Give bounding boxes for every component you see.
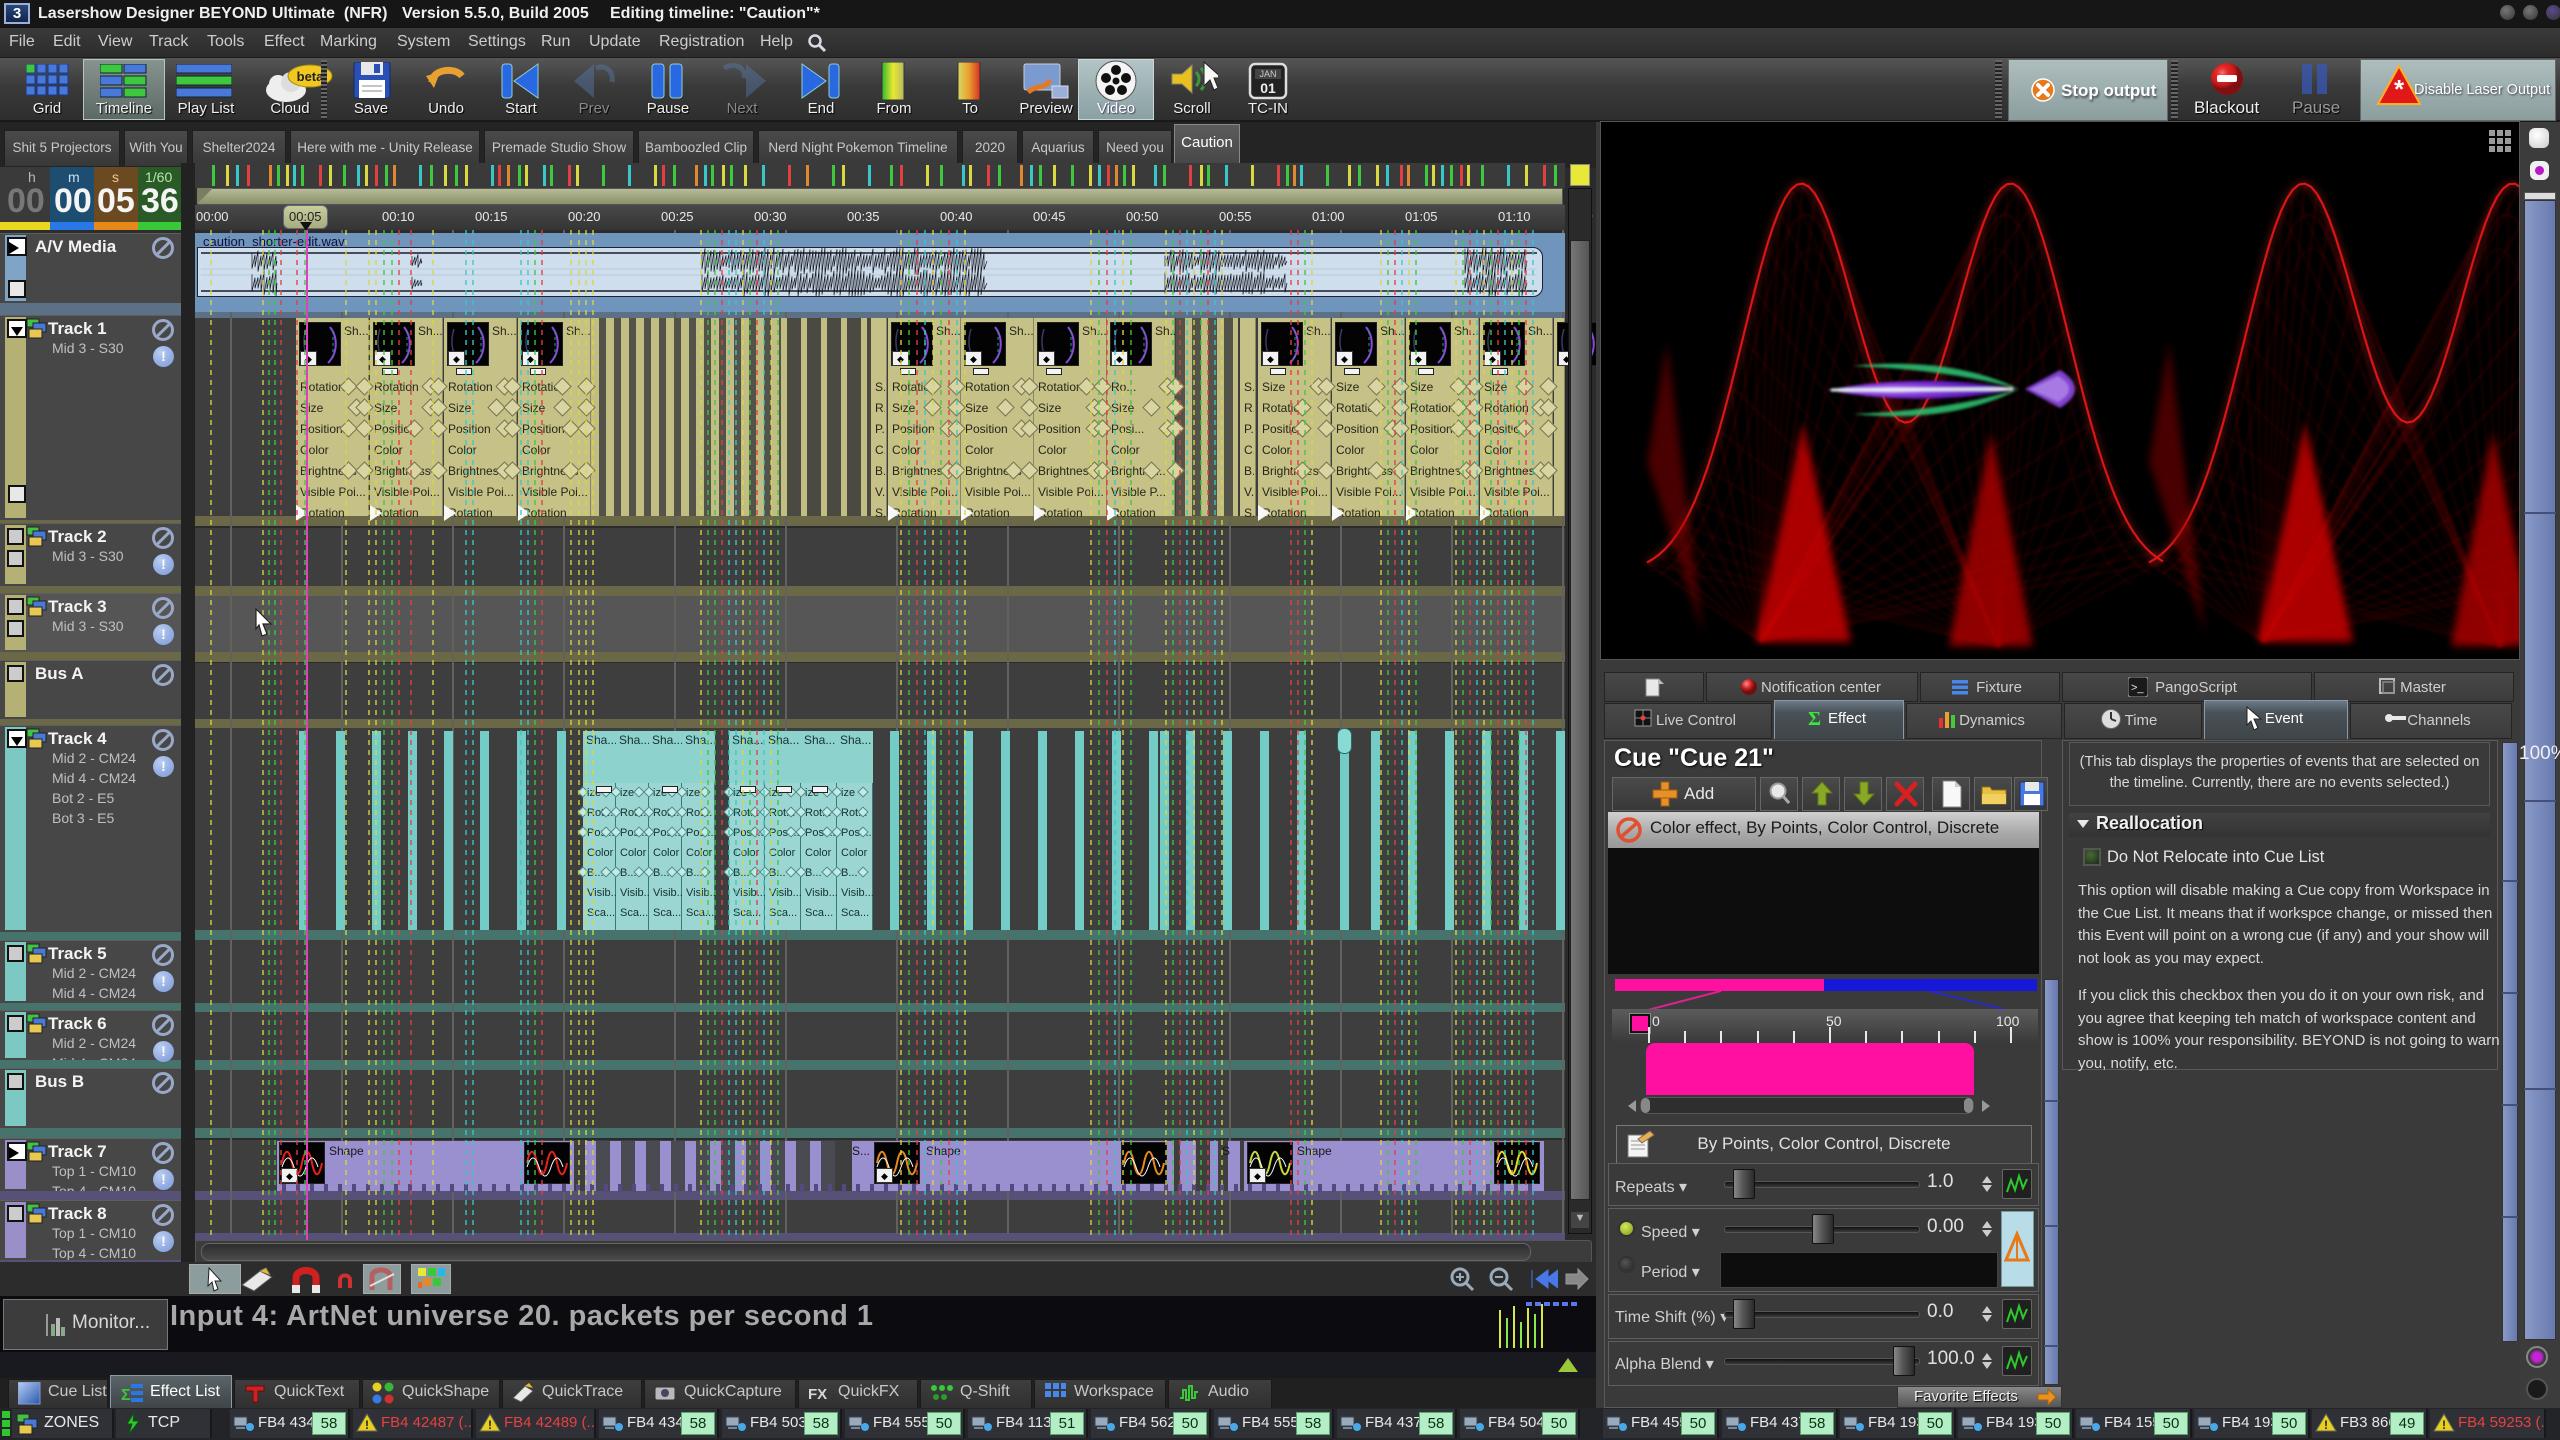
svg-text:01: 01	[1260, 80, 1276, 96]
svg-text:!: !	[365, 1418, 369, 1432]
svg-text:!: !	[488, 1418, 492, 1432]
svg-text:JAN: JAN	[1259, 69, 1276, 79]
svg-text:>_: >_	[2131, 682, 2144, 694]
svg-text:!: !	[2442, 1418, 2446, 1432]
svg-text:Σ: Σ	[121, 1387, 131, 1404]
svg-text:!: !	[2324, 1418, 2328, 1432]
svg-text:FX: FX	[808, 1386, 827, 1403]
svg-text:beta: beta	[297, 69, 325, 84]
svg-text:*: *	[2394, 74, 2405, 104]
